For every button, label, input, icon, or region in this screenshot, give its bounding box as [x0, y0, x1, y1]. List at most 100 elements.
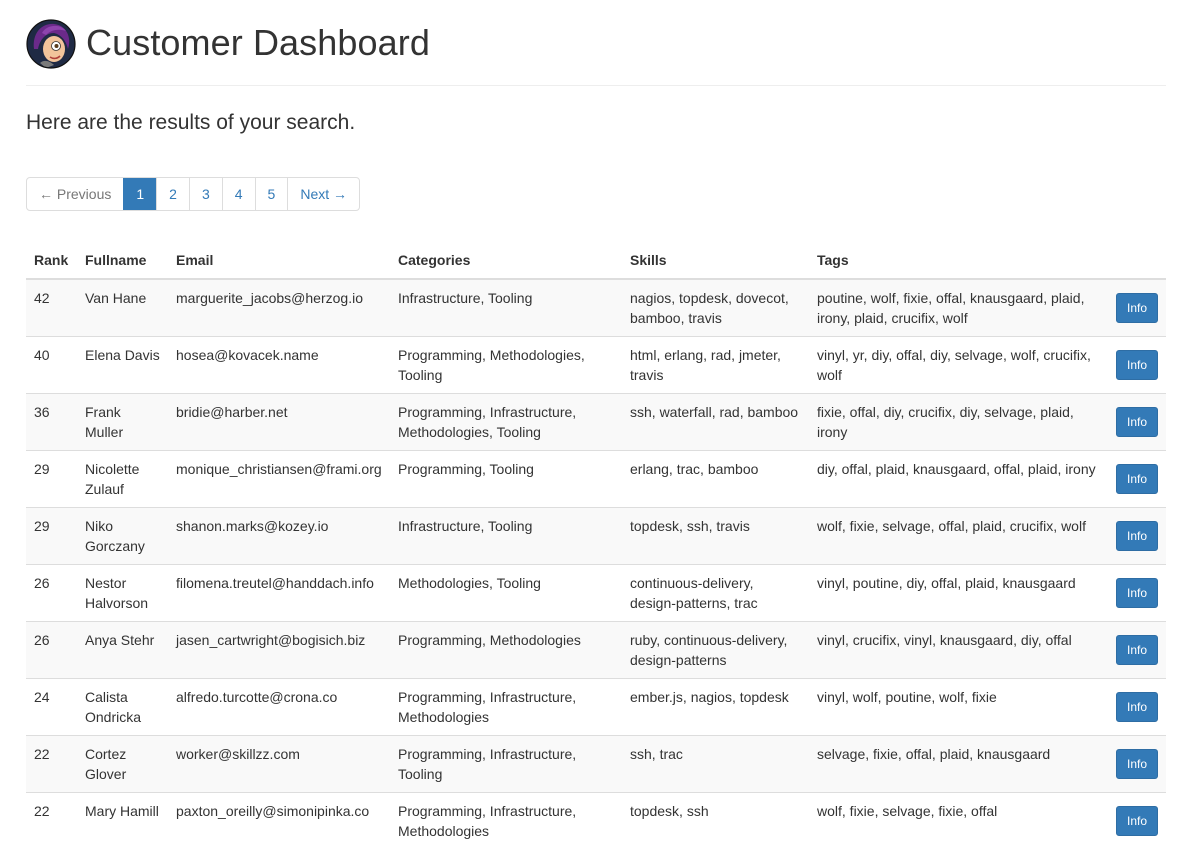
- info-button[interactable]: Info: [1115, 521, 1158, 551]
- table-row: 42 Van Hane marguerite_jacobs@herzog.io …: [26, 278, 1166, 337]
- cell-categories: Programming, Methodologies: [390, 621, 622, 679]
- customers-table: Rank Fullname Email Categories Skills Ta…: [26, 242, 1166, 849]
- cell-rank: 22: [26, 735, 77, 793]
- cell-fullname: Niko Gorczany: [77, 507, 168, 565]
- table-row: 40 Elena Davis hosea@kovacek.name Progra…: [26, 336, 1166, 394]
- cell-actions: Info: [1107, 621, 1166, 679]
- cell-actions: Info: [1107, 678, 1166, 736]
- cell-actions: Info: [1107, 507, 1166, 565]
- info-button[interactable]: Info: [1115, 350, 1158, 380]
- cell-email: filomena.treutel@handdach.info: [168, 564, 390, 622]
- cell-tags: wolf, fixie, selvage, offal, plaid, cruc…: [809, 507, 1107, 565]
- cell-skills: ssh, waterfall, rad, bamboo: [622, 393, 809, 451]
- cell-rank: 24: [26, 678, 77, 736]
- cell-actions: Info: [1107, 450, 1166, 508]
- cartoon-avatar-icon: [26, 18, 76, 69]
- column-header-email: Email: [168, 242, 390, 280]
- next-page-link[interactable]: Next →: [287, 178, 359, 210]
- table-header-row: Rank Fullname Email Categories Skills Ta…: [26, 242, 1166, 280]
- cell-email: monique_christiansen@frami.org: [168, 450, 390, 508]
- cell-fullname: Calista Ondricka: [77, 678, 168, 736]
- cell-skills: ruby, continuous-delivery, design-patter…: [622, 621, 809, 679]
- column-header-tags: Tags: [809, 242, 1107, 280]
- cell-fullname: Van Hane: [77, 278, 168, 337]
- page-link-3[interactable]: 3: [188, 178, 222, 210]
- cell-categories: Methodologies, Tooling: [390, 564, 622, 622]
- page-title: Customer Dashboard: [86, 21, 430, 63]
- cell-email: jasen_cartwright@bogisich.biz: [168, 621, 390, 679]
- cell-rank: 36: [26, 393, 77, 451]
- cell-skills: topdesk, ssh, travis: [622, 507, 809, 565]
- cell-rank: 42: [26, 278, 77, 337]
- cell-skills: html, erlang, rad, jmeter, travis: [622, 336, 809, 394]
- page-link-1[interactable]: 1: [123, 178, 157, 210]
- table-row: 36 Frank Muller bridie@harber.net Progra…: [26, 393, 1166, 451]
- column-header-fullname: Fullname: [77, 242, 168, 280]
- pagination: ← Previous 1 2 3 4 5 Next →: [26, 177, 361, 211]
- column-header-rank: Rank: [26, 242, 77, 280]
- table-row: 22 Mary Hamill paxton_oreilly@simonipink…: [26, 792, 1166, 849]
- cell-tags: vinyl, poutine, diy, offal, plaid, knaus…: [809, 564, 1107, 622]
- cell-actions: Info: [1107, 393, 1166, 451]
- cell-fullname: Elena Davis: [77, 336, 168, 394]
- page-link-5[interactable]: 5: [254, 178, 288, 210]
- info-button[interactable]: Info: [1115, 692, 1158, 722]
- info-button[interactable]: Info: [1115, 578, 1158, 608]
- info-button[interactable]: Info: [1115, 293, 1158, 323]
- info-button[interactable]: Info: [1115, 464, 1158, 494]
- table-row: 29 Nicolette Zulauf monique_christiansen…: [26, 450, 1166, 508]
- cell-fullname: Nicolette Zulauf: [77, 450, 168, 508]
- cell-categories: Infrastructure, Tooling: [390, 278, 622, 337]
- cell-categories: Programming, Infrastructure, Methodologi…: [390, 393, 622, 451]
- table-row: 26 Anya Stehr jasen_cartwright@bogisich.…: [26, 621, 1166, 679]
- page-container: Customer Dashboard Here are the results …: [26, 0, 1166, 849]
- cell-email: marguerite_jacobs@herzog.io: [168, 278, 390, 337]
- info-button[interactable]: Info: [1115, 635, 1158, 665]
- cell-tags: poutine, wolf, fixie, offal, knausgaard,…: [809, 278, 1107, 337]
- cell-actions: Info: [1107, 278, 1166, 337]
- column-header-skills: Skills: [622, 242, 809, 280]
- column-header-actions: [1107, 242, 1166, 280]
- cell-categories: Programming, Methodologies, Tooling: [390, 336, 622, 394]
- cell-tags: wolf, fixie, selvage, fixie, offal: [809, 792, 1107, 849]
- cell-tags: selvage, fixie, offal, plaid, knausgaard: [809, 735, 1107, 793]
- column-header-categories: Categories: [390, 242, 622, 280]
- cell-email: hosea@kovacek.name: [168, 336, 390, 394]
- page-link-4[interactable]: 4: [221, 178, 255, 210]
- cell-rank: 22: [26, 792, 77, 849]
- cell-categories: Programming, Infrastructure, Methodologi…: [390, 792, 622, 849]
- cell-skills: continuous-delivery, design-patterns, tr…: [622, 564, 809, 622]
- cell-fullname: Cortez Glover: [77, 735, 168, 793]
- cell-categories: Infrastructure, Tooling: [390, 507, 622, 565]
- cell-skills: ember.js, nagios, topdesk: [622, 678, 809, 736]
- cell-email: bridie@harber.net: [168, 393, 390, 451]
- cell-fullname: Mary Hamill: [77, 792, 168, 849]
- table-row: 24 Calista Ondricka alfredo.turcotte@cro…: [26, 678, 1166, 736]
- cell-rank: 29: [26, 507, 77, 565]
- cell-rank: 29: [26, 450, 77, 508]
- cell-email: paxton_oreilly@simonipinka.co: [168, 792, 390, 849]
- cell-rank: 26: [26, 621, 77, 679]
- cell-tags: diy, offal, plaid, knausgaard, offal, pl…: [809, 450, 1107, 508]
- cell-email: worker@skillzz.com: [168, 735, 390, 793]
- info-button[interactable]: Info: [1115, 407, 1158, 437]
- cell-actions: Info: [1107, 336, 1166, 394]
- cell-tags: fixie, offal, diy, crucifix, diy, selvag…: [809, 393, 1107, 451]
- cell-categories: Programming, Infrastructure, Methodologi…: [390, 678, 622, 736]
- info-button[interactable]: Info: [1115, 749, 1158, 779]
- cell-actions: Info: [1107, 735, 1166, 793]
- info-button[interactable]: Info: [1115, 806, 1158, 836]
- cell-email: shanon.marks@kozey.io: [168, 507, 390, 565]
- cell-categories: Programming, Infrastructure, Tooling: [390, 735, 622, 793]
- cell-fullname: Nestor Halvorson: [77, 564, 168, 622]
- previous-page-link[interactable]: ← Previous: [27, 178, 123, 210]
- page-link-2[interactable]: 2: [156, 178, 189, 210]
- cell-actions: Info: [1107, 564, 1166, 622]
- table-row: 22 Cortez Glover worker@skillzz.com Prog…: [26, 735, 1166, 793]
- search-results-message: Here are the results of your search.: [26, 111, 356, 134]
- cell-skills: ssh, trac: [622, 735, 809, 793]
- cell-tags: vinyl, crucifix, vinyl, knausgaard, diy,…: [809, 621, 1107, 679]
- cell-fullname: Frank Muller: [77, 393, 168, 451]
- cell-tags: vinyl, yr, diy, offal, diy, selvage, wol…: [809, 336, 1107, 394]
- page-header: Customer Dashboard: [26, 0, 1166, 86]
